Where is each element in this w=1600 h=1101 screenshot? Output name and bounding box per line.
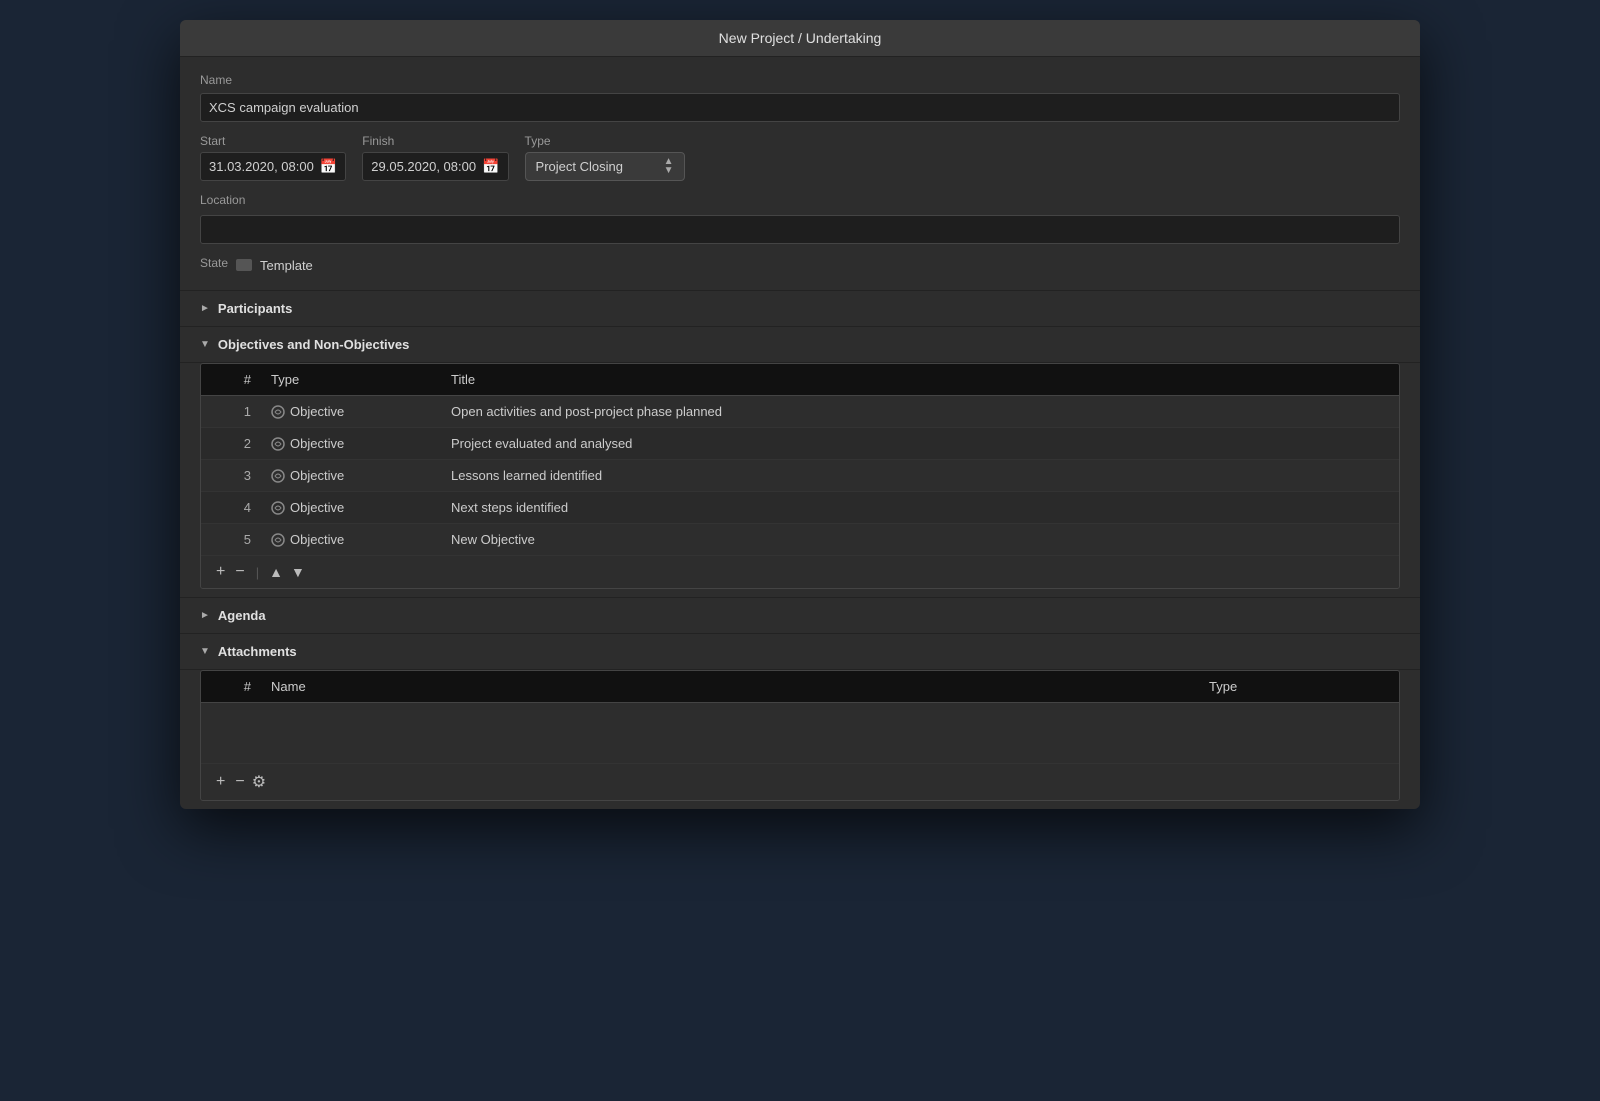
attachments-toolbar: + − ⚙: [201, 763, 1399, 800]
state-label: State: [200, 256, 228, 270]
agenda-section-title: Agenda: [218, 608, 266, 623]
objectives-row-title: Lessons learned identified: [441, 460, 1399, 491]
objectives-row-type: Objective: [261, 492, 441, 523]
start-date-value: 31.03.2020, 08:00: [209, 159, 314, 174]
objectives-section-header[interactable]: ▼ Objectives and Non-Objectives: [180, 326, 1420, 363]
finish-date-field[interactable]: 29.05.2020, 08:00 📅: [362, 152, 508, 181]
window-title: New Project / Undertaking: [719, 30, 882, 46]
participants-section-title: Participants: [218, 301, 292, 316]
type-value: Project Closing: [536, 159, 623, 174]
objectives-row-type: Objective: [261, 460, 441, 491]
name-field-wrapper: [200, 93, 1400, 122]
objectives-row-title: New Objective: [441, 524, 1399, 555]
objectives-table-body: 1 Objective Open activities and post-pro…: [201, 396, 1399, 555]
type-arrows-icon: ▲ ▼: [664, 158, 674, 175]
state-icon: [236, 259, 252, 271]
objective-icon: [271, 469, 285, 483]
objectives-row-num: 4: [201, 492, 261, 523]
objectives-table-row[interactable]: 1 Objective Open activities and post-pro…: [201, 396, 1399, 428]
objectives-col-type: Type: [261, 364, 441, 395]
objectives-toolbar: + − | ▲ ▼: [201, 555, 1399, 588]
objectives-table: # Type Title 1 Objective Open activities…: [200, 363, 1400, 589]
objective-icon: [271, 501, 285, 515]
finish-date-value: 29.05.2020, 08:00: [371, 159, 476, 174]
attachments-add-button[interactable]: +: [213, 774, 228, 790]
objectives-table-row[interactable]: 4 Objective Next steps identified: [201, 492, 1399, 524]
start-date-field[interactable]: 31.03.2020, 08:00 📅: [200, 152, 346, 181]
attachments-triangle-icon: ▼: [200, 646, 210, 657]
attachments-section-title: Attachments: [218, 644, 297, 659]
objectives-row-title: Next steps identified: [441, 492, 1399, 523]
attachments-col-name: Name: [261, 671, 1199, 702]
objectives-table-row[interactable]: 5 Objective New Objective: [201, 524, 1399, 555]
attachments-col-type: Type: [1199, 671, 1399, 702]
state-value: Template: [260, 258, 313, 273]
objectives-toolbar-divider: |: [256, 565, 259, 580]
attachments-col-num: #: [201, 671, 261, 702]
start-label: Start: [200, 134, 346, 148]
objectives-row-num: 1: [201, 396, 261, 427]
objectives-remove-button[interactable]: −: [232, 564, 247, 580]
location-wrapper: Location: [200, 193, 1400, 244]
objectives-triangle-icon: ▼: [200, 339, 210, 350]
objectives-row-type: Objective: [261, 396, 441, 427]
objective-icon: [271, 405, 285, 419]
finish-group: Finish 29.05.2020, 08:00 📅: [362, 134, 508, 181]
objectives-move-up-button[interactable]: ▲: [267, 564, 285, 580]
date-type-row: Start 31.03.2020, 08:00 📅 Finish 29.05.2…: [200, 134, 1400, 181]
objectives-row-num: 3: [201, 460, 261, 491]
participants-triangle-icon: ►: [200, 303, 210, 314]
objective-icon: [271, 533, 285, 547]
objectives-table-row[interactable]: 3 Objective Lessons learned identified: [201, 460, 1399, 492]
participants-section-header[interactable]: ► Participants: [180, 290, 1420, 326]
objectives-row-title: Open activities and post-project phase p…: [441, 396, 1399, 427]
name-label: Name: [200, 73, 1400, 87]
attachments-table: # Name Type + − ⚙: [200, 670, 1400, 801]
attachments-table-header: # Name Type: [201, 671, 1399, 703]
objectives-section-title: Objectives and Non-Objectives: [218, 337, 409, 352]
attachments-section-header[interactable]: ▼ Attachments: [180, 633, 1420, 670]
agenda-section-header[interactable]: ► Agenda: [180, 597, 1420, 633]
name-input[interactable]: [200, 93, 1400, 122]
location-input[interactable]: [200, 215, 1400, 244]
location-label: Location: [200, 193, 1400, 207]
objectives-row-num: 2: [201, 428, 261, 459]
objectives-row-type: Objective: [261, 524, 441, 555]
type-label: Type: [525, 134, 685, 148]
title-bar: New Project / Undertaking: [180, 20, 1420, 57]
attachments-remove-button[interactable]: −: [232, 774, 247, 790]
objectives-table-row[interactable]: 2 Objective Project evaluated and analys…: [201, 428, 1399, 460]
form-area: Name Start 31.03.2020, 08:00 📅 Finish 29…: [180, 57, 1420, 290]
attachments-table-body: [201, 703, 1399, 763]
objectives-add-button[interactable]: +: [213, 564, 228, 580]
type-group: Type Project Closing ▲ ▼: [525, 134, 685, 181]
agenda-triangle-icon: ►: [200, 610, 210, 621]
objectives-table-header: # Type Title: [201, 364, 1399, 396]
start-group: Start 31.03.2020, 08:00 📅: [200, 134, 346, 181]
objectives-col-num: #: [201, 364, 261, 395]
finish-label: Finish: [362, 134, 508, 148]
start-calendar-icon[interactable]: 📅: [320, 158, 337, 175]
objectives-row-type: Objective: [261, 428, 441, 459]
state-row: State Template: [200, 256, 1400, 274]
objectives-move-down-button[interactable]: ▼: [289, 564, 307, 580]
finish-calendar-icon[interactable]: 📅: [482, 158, 499, 175]
objectives-row-num: 5: [201, 524, 261, 555]
attachments-settings-icon[interactable]: ⚙: [252, 772, 266, 792]
objectives-row-title: Project evaluated and analysed: [441, 428, 1399, 459]
objectives-col-title: Title: [441, 364, 1399, 395]
main-window: New Project / Undertaking Name Start 31.…: [180, 20, 1420, 809]
type-select[interactable]: Project Closing ▲ ▼: [525, 152, 685, 181]
objective-icon: [271, 437, 285, 451]
